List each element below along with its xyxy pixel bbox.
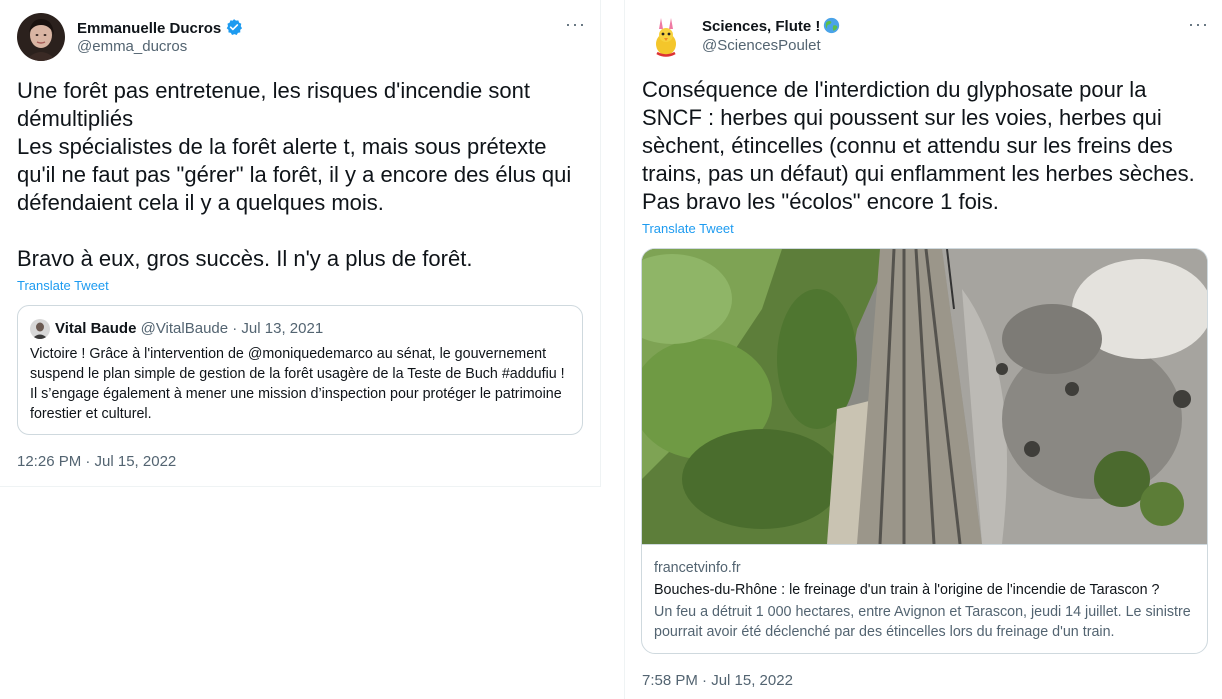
tweet-text: Conséquence de l'interdiction du glyphos… xyxy=(642,77,1195,214)
author-handle[interactable]: @emma_ducros xyxy=(77,38,187,55)
card-image xyxy=(642,249,1207,545)
card-title: Bouches-du-Rhône : le freinage d'un trai… xyxy=(654,582,1160,598)
card-divider xyxy=(642,544,1207,545)
author-name-text[interactable]: Sciences, Flute ! xyxy=(702,18,820,35)
author-handle[interactable]: @SciencesPoulet xyxy=(702,37,821,54)
quoted-tweet[interactable]: Vital Baude @VitalBaude · Jul 13, 2021 V… xyxy=(17,305,583,435)
quoted-text: Victoire ! Grâce à l'intervention de @mo… xyxy=(30,346,565,422)
globe-emoji-icon xyxy=(823,17,840,38)
link-card[interactable]: francetvinfo.fr Bouches-du-Rhône : le fr… xyxy=(641,248,1208,654)
tweet-timestamp[interactable]: 7:58 PM · Jul 15, 2022 xyxy=(642,672,793,689)
tweet-timestamp[interactable]: 12:26 PM · Jul 15, 2022 xyxy=(17,453,176,470)
more-options-icon[interactable]: ··· xyxy=(565,14,586,35)
quoted-author-name: Vital Baude xyxy=(55,320,137,337)
avatar[interactable] xyxy=(17,13,65,61)
author-name-text[interactable]: Emmanuelle Ducros xyxy=(77,20,221,37)
translate-tweet-link[interactable]: Translate Tweet xyxy=(642,221,734,236)
verified-badge-icon xyxy=(225,18,243,40)
card-domain: francetvinfo.fr xyxy=(654,560,741,576)
more-options-icon[interactable]: ··· xyxy=(1188,14,1209,35)
tweet-text: Une forêt pas entretenue, les risques d'… xyxy=(17,78,572,271)
author-name[interactable]: Emmanuelle Ducros xyxy=(77,18,243,40)
quoted-avatar xyxy=(30,319,50,339)
card-description: Un feu a détruit 1 000 hectares, entre A… xyxy=(654,604,1191,640)
quoted-header: Vital Baude @VitalBaude · Jul 13, 2021 xyxy=(55,320,323,337)
author-name[interactable]: Sciences, Flute ! xyxy=(702,17,840,38)
avatar[interactable] xyxy=(642,13,690,61)
quoted-author-meta: @VitalBaude · Jul 13, 2021 xyxy=(140,320,324,337)
translate-tweet-link[interactable]: Translate Tweet xyxy=(17,278,109,293)
tweet-emmanuelle-ducros[interactable]: Emmanuelle Ducros @emma_ducros ··· Une f… xyxy=(0,0,601,487)
tweet-sciences-flute[interactable]: Sciences, Flute ! @SciencesPoulet ··· Co… xyxy=(624,0,1222,699)
